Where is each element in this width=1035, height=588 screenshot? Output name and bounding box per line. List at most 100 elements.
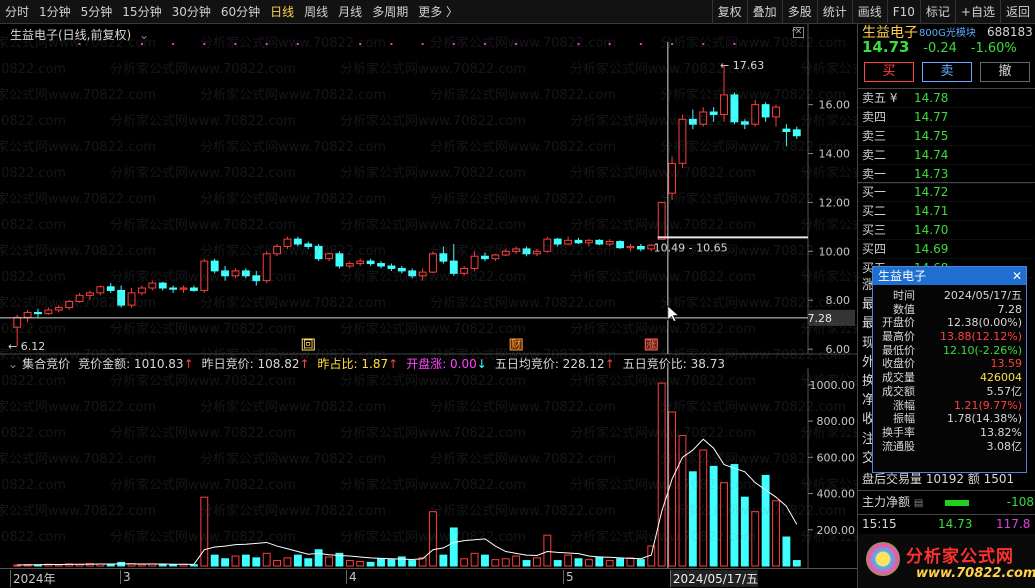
tool-button-6[interactable]: 标记	[919, 0, 955, 24]
popup-row-value: 2024/05/17/五	[943, 289, 1022, 302]
watermark-text: 分析家公式网www.70822.com	[570, 166, 757, 181]
sell_levels-level[interactable]: 卖四 14.77	[858, 108, 1035, 127]
period-tab-3[interactable]: 15分钟	[117, 0, 166, 24]
logo-title: 分析家公式网	[906, 547, 1014, 567]
list-icon[interactable]: ▤	[914, 498, 923, 509]
popup-row-key: 收盘价	[882, 357, 915, 371]
close-icon[interactable]: ✕	[1012, 267, 1022, 285]
watermark-text: 分析家公式网www.70822.com	[570, 478, 757, 493]
bar-info-window[interactable]: 生益电子 ✕ 时间 2024/05/17/五 数值 7.28 开盘价 12.38(0.00…	[872, 266, 1027, 473]
popup-row: 换手率 13.82%	[873, 426, 1026, 440]
buy_levels-level[interactable]: 买二 14.71	[858, 202, 1035, 221]
tick-volume: 117.8	[996, 517, 1031, 531]
tool-button-4[interactable]: 画线	[851, 0, 887, 24]
period-tab-10[interactable]: 更多 〉	[413, 0, 463, 24]
popup-row-key: 最低价	[882, 343, 915, 357]
sell_levels-level[interactable]: 卖三 14.75	[858, 127, 1035, 146]
watermark-text: 分析家公式网www.70822.com	[660, 88, 847, 103]
watermark-text: 分析家公式网www.70822.com	[200, 504, 387, 519]
popup-row: 振幅 1.78(14.38%)	[873, 412, 1026, 426]
tool-button-8[interactable]: 返回	[999, 0, 1035, 24]
watermark-text: 分析家公式网www.70822.com	[110, 270, 297, 285]
watermark-text: 分析家公式网www.70822.com	[0, 166, 67, 181]
popup-row-key: 开盘价	[882, 316, 915, 330]
watermark-text: 分析家公式网www.70822.com	[340, 166, 527, 181]
watermark-text: 分析家公式网www.70822.com	[0, 244, 157, 259]
watermark-text: 分析家公式网www.70822.com	[660, 452, 847, 467]
sell_levels-level[interactable]: 卖五 ¥ 14.78	[858, 89, 1035, 108]
watermark-text: 分析家公式网www.70822.com	[570, 218, 757, 233]
period-tab-0[interactable]: 分时	[0, 0, 34, 24]
watermark-text: 分析家公式网www.70822.com	[0, 114, 67, 129]
watermark-text: 分析家公式网www.70822.com	[800, 374, 857, 389]
period-tab-4[interactable]: 30分钟	[167, 0, 216, 24]
watermark-text: 分析家公式网www.70822.com	[0, 270, 67, 285]
watermark-text: 分析家公式网www.70822.com	[110, 322, 297, 337]
period-tab-7[interactable]: 周线	[299, 0, 333, 24]
sell_levels-level-price: 14.78	[914, 91, 949, 105]
popup-row-key: 振幅	[893, 412, 915, 426]
tool-button-3[interactable]: 统计	[816, 0, 852, 24]
popup-row-value: 7.28	[997, 302, 1023, 316]
tool-button-2[interactable]: 多股	[781, 0, 817, 24]
buy-button[interactable]: 买	[864, 62, 914, 82]
buy_levels-level[interactable]: 买一 14.72	[858, 183, 1035, 202]
watermark-text: 分析家公式网www.70822.com	[430, 504, 617, 519]
sell_levels-level-label: 卖五 ¥	[862, 91, 898, 105]
buy_levels-level[interactable]: 买四 14.69	[858, 240, 1035, 259]
popup-row-value: 426004	[980, 371, 1022, 385]
popup-row: 成交额 5.57亿	[873, 385, 1026, 399]
period-tab-9[interactable]: 多周期	[367, 0, 413, 24]
popup-row: 最低价 12.10(-2.26%)	[873, 344, 1026, 358]
watermark-text: 分析家公式网www.70822.com	[110, 62, 297, 77]
watermark-text: 分析家公式网www.70822.com	[0, 400, 157, 415]
popup-row-value: 13.82%	[980, 425, 1022, 439]
watermark-text: 分析家公式网www.70822.com	[430, 452, 617, 467]
period-tab-5[interactable]: 60分钟	[216, 0, 265, 24]
period-tab-2[interactable]: 5分钟	[76, 0, 118, 24]
watermark-text: 分析家公式网www.70822.com	[430, 400, 617, 415]
watermark-text: 分析家公式网www.70822.com	[200, 348, 387, 363]
tick-time: 15:15	[862, 517, 897, 531]
watermark-text: 分析家公式网www.70822.com	[430, 192, 617, 207]
buy_levels-level-price: 14.71	[914, 204, 949, 218]
tool-button-1[interactable]: 叠加	[746, 0, 782, 24]
watermark-text: 分析家公式网www.70822.com	[800, 270, 857, 285]
sell_levels-level-label: 卖一	[862, 167, 887, 181]
watermark-text: 分析家公式网www.70822.com	[800, 478, 857, 493]
watermark-text: 分析家公式网www.70822.com	[570, 114, 757, 129]
tool-button-7[interactable]: +自选	[954, 0, 1000, 24]
watermark-text: 分析家公式网www.70822.com	[570, 322, 757, 337]
watermark-text: 分析家公式网www.70822.com	[340, 270, 527, 285]
popup-row: 数值 7.28	[873, 303, 1026, 317]
sell_levels-level[interactable]: 卖二 14.74	[858, 146, 1035, 165]
watermark-text: 分析家公式网www.70822.com	[110, 218, 297, 233]
watermark-text: 分析家公式网www.70822.com	[110, 478, 297, 493]
watermark-text: 分析家公式网www.70822.com	[340, 218, 527, 233]
tool-button-5[interactable]: F10	[886, 0, 920, 24]
popup-row-key: 成交量	[882, 371, 915, 385]
buy_levels-level[interactable]: 买三 14.70	[858, 221, 1035, 240]
period-tab-8[interactable]: 月线	[333, 0, 367, 24]
cancel-order-button[interactable]: 撤	[980, 62, 1030, 82]
tick-row: 15:15 14.73 117.8	[858, 514, 1035, 532]
period-tab-1[interactable]: 1分钟	[34, 0, 76, 24]
watermark-text: 分析家公式网www.70822.com	[340, 478, 527, 493]
sell-order-book: 卖五 ¥ 14.78 卖四 14.77 卖三 14.75 卖二 14.74 卖一 14.73	[858, 88, 1035, 184]
watermark-text: 分析家公式网www.70822.com	[200, 140, 387, 155]
popup-rows: 时间 2024/05/17/五 数值 7.28 开盘价 12.38(0.00%) 最高价 13…	[873, 285, 1026, 453]
popup-row-key: 成交额	[882, 384, 915, 398]
period-tab-6[interactable]: 日线	[265, 0, 299, 24]
watermark-text: 分析家公式网www.70822.com	[570, 426, 757, 441]
watermark-text: 分析家公式网www.70822.com	[570, 374, 757, 389]
watermark-text: 分析家公式网www.70822.com	[430, 244, 617, 259]
sell_levels-level-price: 14.75	[914, 129, 949, 143]
popup-row-value: 12.10(-2.26%)	[943, 343, 1022, 357]
sell-button[interactable]: 卖	[922, 62, 972, 82]
watermark-text: 分析家公式网www.70822.com	[660, 192, 847, 207]
sell_levels-level-price: 14.77	[914, 110, 949, 124]
watermark-text: 分析家公式网www.70822.com	[0, 504, 157, 519]
tool-button-0[interactable]: 复权	[711, 0, 747, 24]
watermark-text: 分析家公式网www.70822.com	[0, 62, 67, 77]
watermark-text: 分析家公式网www.70822.com	[570, 530, 757, 545]
